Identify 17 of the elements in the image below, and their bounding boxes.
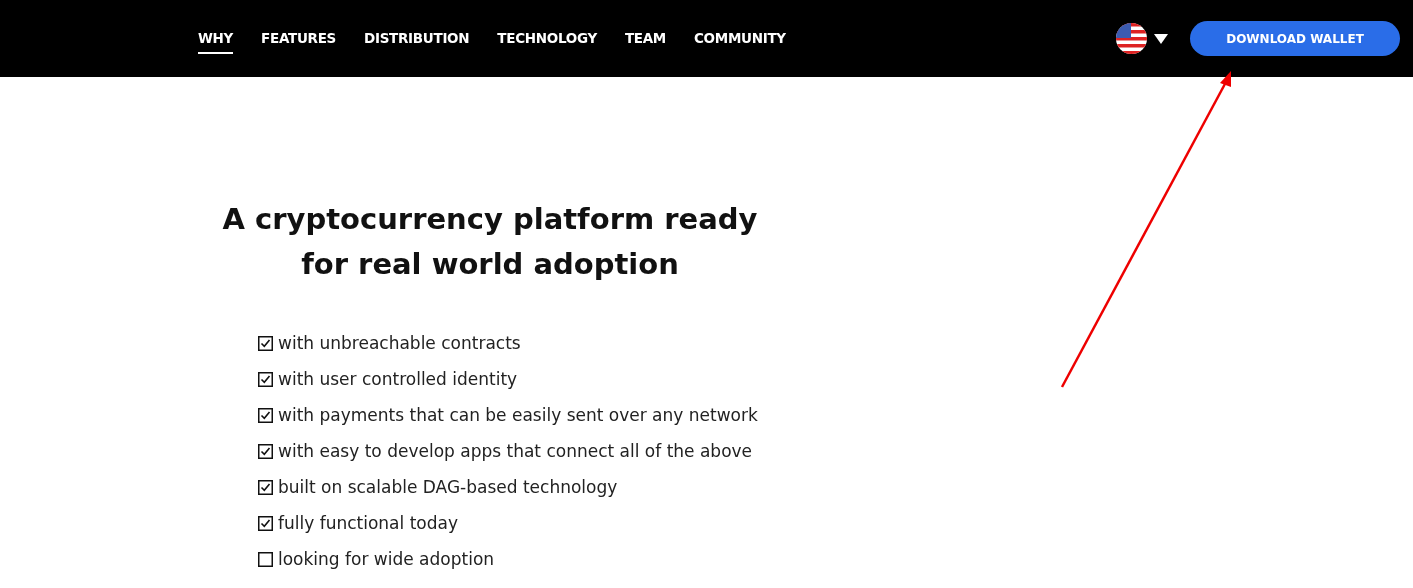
nav-link[interactable]: COMMUNITY [694, 23, 786, 54]
checklist-text: with unbreachable contracts [278, 333, 521, 353]
checklist-text: with easy to develop apps that connect all of the above [278, 441, 753, 461]
download-button[interactable]: DOWNLOAD WALLET [1190, 21, 1400, 56]
checklist-text: with payments that can be easily sent over any network [278, 405, 758, 425]
checklist-text: with user controlled identity [278, 369, 518, 389]
nav-link[interactable]: TEAM [624, 23, 666, 54]
flag-icon[interactable] [1116, 23, 1147, 54]
nav-link[interactable]: WHY [198, 23, 234, 54]
nav-link[interactable]: FEATURES [261, 23, 337, 54]
checklist-text: built on scalable DAG-based technology [278, 477, 618, 497]
checklist-text: fully functional today [278, 513, 458, 533]
hero-title: A cryptocurrency platform ready for real world adoption [221, 201, 759, 283]
caret-icon[interactable] [1154, 33, 1168, 44]
nav-link[interactable]: TECHNOLOGY [497, 23, 597, 54]
checklist-text: looking for wide adoption [278, 549, 495, 569]
nav-link[interactable]: DISTRIBUTION [364, 23, 470, 54]
